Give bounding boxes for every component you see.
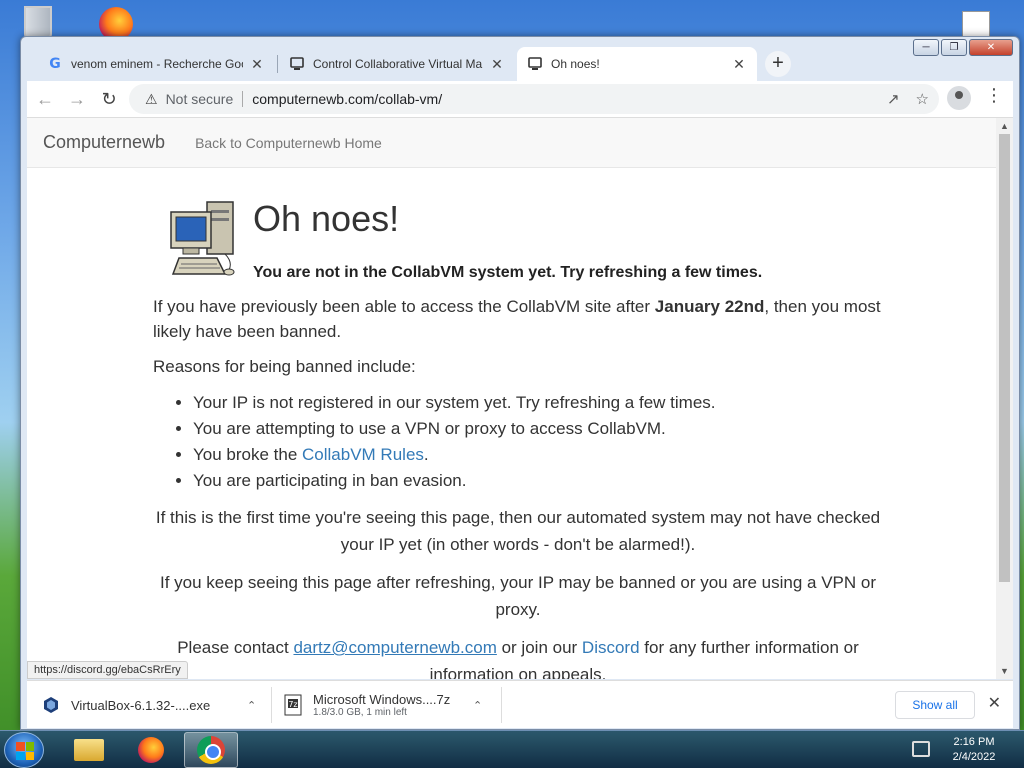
reason3-end: . bbox=[423, 445, 429, 464]
chevron-up-icon[interactable]: ⌃ bbox=[247, 699, 256, 712]
chevron-up-icon[interactable]: ⌃ bbox=[473, 699, 482, 712]
collabvm-icon bbox=[289, 56, 305, 72]
collabvm-icon bbox=[527, 56, 543, 72]
email-link[interactable]: dartz@computernewb.com bbox=[293, 638, 496, 657]
chrome-icon bbox=[197, 736, 225, 764]
reload-icon[interactable]: ↻ bbox=[95, 85, 123, 113]
reason3-text: You broke the bbox=[193, 445, 303, 464]
close-download-bar-icon[interactable]: ✕ bbox=[988, 693, 1001, 713]
download-separator bbox=[501, 687, 502, 723]
scroll-up-icon[interactable]: ▲ bbox=[1000, 121, 1009, 131]
show-all-downloads-button[interactable]: Show all bbox=[895, 691, 975, 719]
close-tab-icon[interactable]: ✕ bbox=[489, 56, 505, 73]
download-separator bbox=[271, 687, 272, 723]
page-viewport: Computernewb Back to Computernewb Home O… bbox=[27, 117, 1013, 679]
download-info: Microsoft Windows....7z 1.8/3.0 GB, 1 mi… bbox=[313, 692, 450, 718]
taskbar-explorer[interactable] bbox=[62, 732, 116, 768]
contact-text-mid: or join our bbox=[496, 638, 582, 657]
tab-title: Oh noes! bbox=[551, 57, 600, 71]
reasons-intro: Reasons for being banned include: bbox=[153, 357, 416, 376]
contact-paragraph: Please contact dartz@computernewb.com or… bbox=[153, 634, 883, 679]
forward-arrow-icon[interactable]: → bbox=[63, 85, 91, 113]
security-label[interactable]: Not secure bbox=[166, 91, 234, 107]
download-progress-text: 1.8/3.0 GB, 1 min left bbox=[313, 707, 407, 718]
ban-info-paragraph: If you have previously been able to acce… bbox=[153, 294, 883, 344]
browser-window: ─ ❐ ✕ G venom eminem - Recherche Goo ✕ C… bbox=[20, 36, 1020, 730]
url-text[interactable]: computernewb.com/collab-vm/ bbox=[252, 91, 442, 107]
scroll-down-icon[interactable]: ▼ bbox=[1000, 666, 1009, 676]
repeat-paragraph: If you keep seeing this page after refre… bbox=[159, 573, 876, 619]
scroll-thumb[interactable] bbox=[999, 134, 1010, 582]
firefox-icon bbox=[138, 737, 164, 763]
tab-strip: G venom eminem - Recherche Goo ✕ Control… bbox=[27, 45, 1013, 81]
para1-text: If you have previously been able to acce… bbox=[153, 297, 655, 316]
discord-link[interactable]: Discord bbox=[582, 638, 640, 657]
windows-taskbar: 2:16 PM 2/4/2022 bbox=[0, 730, 1024, 768]
download-item-windows[interactable]: 7z Microsoft Windows....7z 1.8/3.0 GB, 1… bbox=[283, 681, 503, 729]
google-icon: G bbox=[49, 56, 61, 72]
list-item: Your IP is not registered in our system … bbox=[193, 390, 716, 415]
collabvm-rules-link[interactable]: CollabVM Rules bbox=[302, 445, 424, 464]
back-arrow-icon[interactable]: ← bbox=[31, 85, 59, 113]
address-separator bbox=[242, 91, 244, 107]
bookmark-star-icon[interactable]: ☆ bbox=[916, 90, 929, 108]
menu-kebab-icon[interactable]: ⋮ bbox=[985, 85, 1003, 106]
link-status-bubble: https://discord.gg/ebaCsRrEry bbox=[27, 661, 188, 679]
clock-time: 2:16 PM bbox=[953, 736, 995, 748]
share-icon[interactable]: ↗ bbox=[887, 90, 900, 108]
back-home-link[interactable]: Back to Computernewb Home bbox=[195, 135, 382, 151]
list-item: You broke the CollabVM Rules. bbox=[193, 442, 716, 467]
tab-title: venom eminem - Recherche Goo bbox=[71, 57, 243, 71]
address-bar-actions: ↗ ☆ bbox=[887, 90, 929, 108]
first-time-paragraph: If this is the first time you're seeing … bbox=[155, 508, 881, 554]
windows-logo-icon bbox=[16, 742, 34, 760]
start-button[interactable] bbox=[4, 732, 44, 768]
warning-icon[interactable]: ⚠ bbox=[145, 91, 158, 108]
tab-title: Control Collaborative Virtual Ma bbox=[313, 57, 483, 71]
taskbar-firefox[interactable] bbox=[124, 732, 178, 768]
reasons-list: Your IP is not registered in our system … bbox=[193, 390, 716, 494]
contact-text: Please contact bbox=[177, 638, 294, 657]
download-filename: Microsoft Windows....7z bbox=[313, 692, 451, 707]
download-shelf: VirtualBox-6.1.32-....exe ⌃ 7z Microsoft… bbox=[27, 680, 1013, 728]
list-item: You are participating in ban evasion. bbox=[193, 468, 716, 493]
tab-google-search[interactable]: G venom eminem - Recherche Goo ✕ bbox=[37, 47, 275, 81]
tab-separator bbox=[277, 55, 278, 73]
download-filename: VirtualBox-6.1.32-....exe bbox=[71, 697, 211, 713]
page-subheading: You are not in the CollabVM system yet. … bbox=[253, 264, 763, 281]
archive-icon: 7z bbox=[283, 694, 303, 716]
download-item-virtualbox[interactable]: VirtualBox-6.1.32-....exe ⌃ bbox=[41, 681, 261, 729]
tab-collabvm-control[interactable]: Control Collaborative Virtual Ma ✕ bbox=[279, 47, 515, 81]
page-scrollbar[interactable]: ▲ ▼ bbox=[996, 118, 1013, 679]
site-navbar: Computernewb Back to Computernewb Home bbox=[27, 118, 996, 168]
close-tab-icon[interactable]: ✕ bbox=[249, 56, 265, 73]
date-bold: January 22nd bbox=[654, 297, 765, 316]
clock-date: 2/4/2022 bbox=[952, 751, 996, 763]
site-brand-link[interactable]: Computernewb bbox=[43, 132, 165, 153]
new-tab-button[interactable]: + bbox=[765, 51, 791, 77]
network-tray-icon[interactable] bbox=[912, 741, 930, 757]
page-heading: Oh noes! bbox=[253, 198, 400, 239]
virtualbox-icon bbox=[41, 695, 61, 715]
browser-toolbar: ← → ↻ ⚠ Not secure computernewb.com/coll… bbox=[27, 81, 1013, 117]
svg-text:7z: 7z bbox=[288, 700, 297, 709]
profile-avatar-icon[interactable] bbox=[947, 86, 971, 110]
close-tab-icon[interactable]: ✕ bbox=[731, 56, 747, 73]
tab-oh-noes[interactable]: Oh noes! ✕ bbox=[517, 47, 757, 81]
taskbar-chrome[interactable] bbox=[184, 732, 238, 768]
folder-icon bbox=[74, 739, 104, 761]
system-clock[interactable]: 2:16 PM 2/4/2022 bbox=[936, 735, 1012, 765]
address-bar[interactable]: ⚠ Not secure computernewb.com/collab-vm/… bbox=[129, 84, 939, 114]
computer-icon bbox=[170, 201, 235, 276]
list-item: You are attempting to use a VPN or proxy… bbox=[193, 416, 716, 441]
